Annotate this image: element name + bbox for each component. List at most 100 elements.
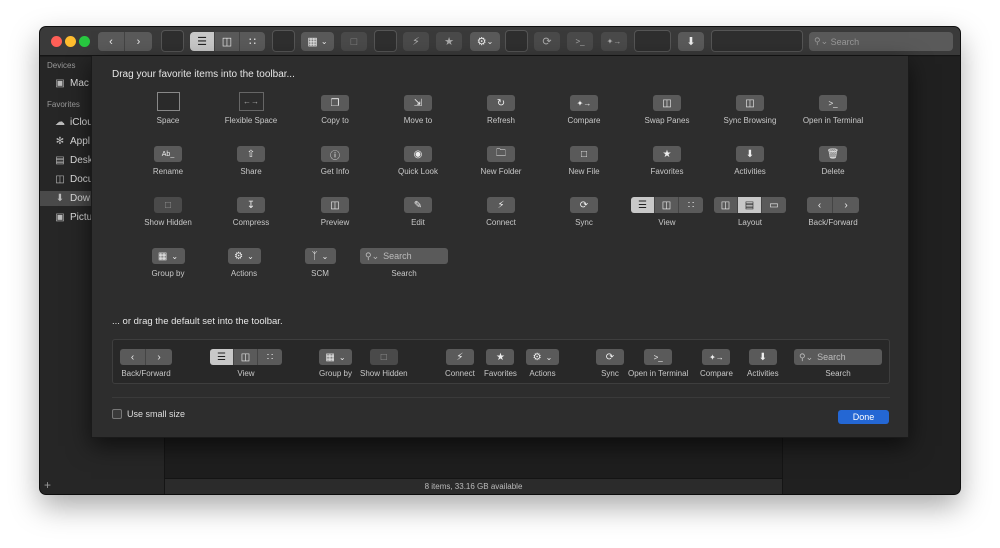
item-layout[interactable]: ◫ ▤ ▭ Layout <box>700 197 800 227</box>
item-search[interactable]: ⚲⌄ Search Search <box>357 248 451 278</box>
bolt-icon: ⚡︎ <box>412 36 420 48</box>
zoom-window-button[interactable] <box>79 36 90 47</box>
customize-toolbar-sheet: Drag your favorite items into the toolba… <box>91 56 909 438</box>
item-connect[interactable]: ⚡︎ Connect <box>454 197 548 227</box>
search-icon: ⚲⌄ <box>799 351 814 362</box>
icon-view-icon[interactable]: ∷ <box>240 32 265 51</box>
item-share[interactable]: ⇧ Share <box>204 146 298 176</box>
chevron-right-icon[interactable]: › <box>125 32 152 51</box>
item-preview[interactable]: ◫ Preview <box>288 197 382 227</box>
chevron-down-icon: ⌄ <box>171 251 179 261</box>
item-space[interactable]: Space <box>121 92 215 125</box>
sidebar-item-applications[interactable]: ✻ Appl <box>54 134 90 149</box>
star-icon: ★ <box>486 349 515 365</box>
compress-icon: ↧ <box>237 197 265 213</box>
sidebar-header-devices: Devices <box>47 61 76 70</box>
icon-view-icon: ∷ <box>266 351 274 363</box>
item-refresh[interactable]: ↻ Refresh <box>454 95 548 125</box>
grid-icon: ▦ <box>307 36 318 48</box>
item-back-forward[interactable]: ‹ › Back/Forward <box>786 197 880 227</box>
compare-icon: ✦→ <box>702 349 731 365</box>
terminal-icon: >_ <box>575 37 585 46</box>
toolbar-group-by-button[interactable]: ▦ ⌄ <box>301 32 334 51</box>
item-new-file[interactable]: □ New File <box>537 146 631 176</box>
toolbar-back-forward[interactable]: ‹ › <box>98 32 152 51</box>
sync-icon: ⟳ <box>570 197 598 213</box>
space-placeholder <box>156 92 180 111</box>
sidebar-item-pictures[interactable]: ▣ Pictu <box>54 210 92 225</box>
done-button[interactable]: Done <box>838 410 889 424</box>
new-folder-icon: 🗀︎ <box>487 146 515 162</box>
download-circle-icon: ⬇ <box>686 36 696 48</box>
item-activities[interactable]: ⬇ Activities <box>703 146 797 176</box>
chevron-down-icon: ⌄ <box>486 37 494 46</box>
default-item-actions: ⚙ ⌄ Actions <box>526 349 559 378</box>
item-delete[interactable]: 🗑︎ Delete <box>786 146 880 176</box>
group-by-control: ▦ ⌄ <box>151 248 185 264</box>
toolbar-view-segment[interactable]: ☰ ◫ ∷ <box>190 32 265 51</box>
single-pane-icon: ▭ <box>769 199 779 211</box>
item-rename[interactable]: Ab_ Rename <box>121 146 215 176</box>
back-forward-segment: ‹ › <box>807 197 859 213</box>
item-get-info[interactable]: ⓘ Get Info <box>288 146 382 176</box>
default-item-back-forward: ‹ › Back/Forward <box>120 349 172 378</box>
sidebar-header-favorites: Favorites <box>47 100 80 109</box>
item-swap-panes[interactable]: ◫ Swap Panes <box>620 95 714 125</box>
item-scm[interactable]: ᛉ ⌄ SCM <box>273 248 367 278</box>
sidebar-item-icloud[interactable]: ☁ iClou <box>54 115 93 130</box>
swap-panes-icon: ◫ <box>653 95 681 111</box>
toolbar-search-field[interactable]: ⚲⌄ Search <box>809 32 953 51</box>
minimize-window-button[interactable] <box>65 36 76 47</box>
sidebar-item-mac[interactable]: ▣ Mac <box>54 76 89 91</box>
checkbox-box[interactable] <box>112 409 122 419</box>
item-favorites[interactable]: ★ Favorites <box>620 146 714 176</box>
download-circle-icon: ⬇ <box>736 146 764 162</box>
terminal-icon: >_ <box>644 349 673 365</box>
item-new-folder[interactable]: 🗀︎ New Folder <box>454 146 548 176</box>
use-small-size-checkbox[interactable]: Use small size <box>112 409 185 419</box>
cloud-icon: ☁ <box>55 117 65 128</box>
default-item-open-in-terminal: >_ Open in Terminal <box>628 349 688 378</box>
item-copy-to[interactable]: ❐ Copy to <box>288 95 382 125</box>
chevron-left-icon[interactable]: ‹ <box>98 32 125 51</box>
toolbar-favorites-button[interactable]: ★ <box>436 32 462 51</box>
toolbar-space-slot <box>505 30 528 52</box>
toolbar-activities-button[interactable]: ⬇ <box>678 32 704 51</box>
trash-icon: 🗑︎ <box>819 146 847 162</box>
close-window-button[interactable] <box>51 36 62 47</box>
toolbar-actions-button[interactable]: ⚙ ⌄ <box>470 32 500 51</box>
bolt-icon: ⚡︎ <box>445 349 474 365</box>
download-circle-icon: ⬇ <box>748 349 777 365</box>
add-sidebar-item-button[interactable]: + <box>44 478 51 492</box>
gear-icon: ⚙ <box>532 351 542 363</box>
toolbar-sync-button[interactable]: ⟳ <box>534 32 560 51</box>
move-icon: ⇲ <box>404 95 432 111</box>
default-item-compare: ✦→ Compare <box>700 349 733 378</box>
gear-icon: ⚙ <box>476 36 487 48</box>
flexible-space-icon: ←→ <box>238 92 264 111</box>
actions-control: ⚙ ⌄ <box>526 349 559 365</box>
pencil-icon: ✎ <box>404 197 432 213</box>
toolbar-terminal-button[interactable]: >_ <box>567 32 593 51</box>
default-toolbar-set[interactable]: ‹ › Back/Forward ☰ ◫ ∷ View ▦ ⌄ Group by … <box>112 339 890 384</box>
item-edit[interactable]: ✎ Edit <box>371 197 465 227</box>
item-sync-browsing[interactable]: ◫ Sync Browsing <box>703 95 797 125</box>
toolbar-compare-button[interactable]: ✦→ <box>601 32 627 51</box>
item-move-to[interactable]: ⇲ Move to <box>371 95 465 125</box>
item-compare[interactable]: ✦→ Compare <box>537 95 631 125</box>
document-icon: ◫ <box>55 174 65 185</box>
list-view-icon[interactable]: ☰ <box>190 32 215 51</box>
column-view-icon[interactable]: ◫ <box>215 32 240 51</box>
item-flexible-space[interactable]: ←→ Flexible Space <box>204 92 298 125</box>
sidebar-item-desktop[interactable]: ▤ Desk <box>54 153 93 168</box>
sidebar-item-documents[interactable]: ◫ Docu <box>54 172 93 187</box>
rename-icon: Ab_ <box>154 146 182 162</box>
search-field-preview: ⚲⌄ Search <box>794 349 882 365</box>
item-open-in-terminal[interactable]: >_ Open in Terminal <box>786 95 880 125</box>
item-quick-look[interactable]: ◉ Quick Look <box>371 146 465 176</box>
toolbar-show-hidden-button[interactable]: □ <box>341 32 367 51</box>
toolbar-connect-button[interactable]: ⚡︎ <box>403 32 429 51</box>
item-show-hidden[interactable]: □ Show Hidden <box>121 197 215 227</box>
horizontal-split-icon: ▤ <box>738 197 762 213</box>
item-compress[interactable]: ↧ Compress <box>204 197 298 227</box>
